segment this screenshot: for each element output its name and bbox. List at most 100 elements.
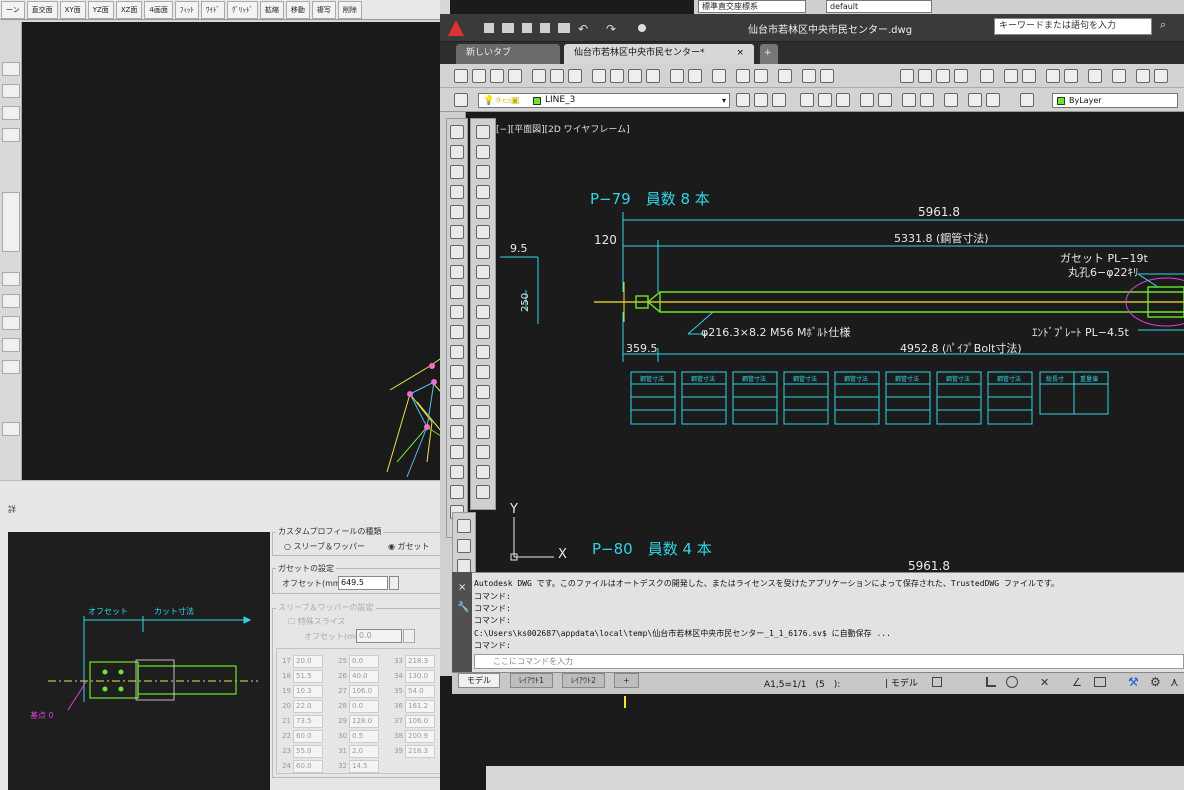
pan-icon[interactable] [712, 69, 726, 83]
join-icon[interactable] [476, 365, 490, 379]
zoom-all-icon[interactable] [902, 93, 916, 107]
dim-angle-icon[interactable] [1046, 69, 1060, 83]
rotate-icon[interactable] [476, 245, 490, 259]
zoom-window-icon[interactable] [818, 93, 832, 107]
revcloud-icon[interactable] [450, 265, 464, 279]
gradient-icon[interactable] [450, 405, 464, 419]
left-tb-1[interactable]: 直交面 [26, 1, 58, 19]
cell-value[interactable]: 128.0 [349, 715, 379, 728]
cell-value[interactable]: 60.0 [293, 730, 323, 743]
cell-value[interactable]: 106.0 [349, 685, 379, 698]
side-button[interactable] [2, 62, 20, 76]
side-button[interactable] [2, 338, 20, 352]
save-all-icon[interactable] [508, 69, 522, 83]
insert-block-icon[interactable] [450, 325, 464, 339]
grid-icon[interactable] [932, 677, 942, 687]
array-icon[interactable] [476, 205, 490, 219]
cell-value[interactable]: 200.9 [405, 730, 435, 743]
left-3d-viewport[interactable] [22, 22, 451, 482]
paste-icon[interactable] [628, 69, 642, 83]
zoom-out-icon[interactable] [878, 93, 892, 107]
chamfer-icon[interactable] [476, 385, 490, 399]
command-window-handle[interactable]: × 🔧 [452, 572, 472, 672]
copy-icon[interactable] [476, 145, 490, 159]
publish-icon[interactable] [568, 69, 582, 83]
viewport-controls-label[interactable]: [−][平面図][2D ワイヤフレーム] [496, 122, 630, 135]
left-tb-10[interactable]: 移動 [285, 1, 310, 19]
cell-value[interactable]: 218.3 [405, 745, 435, 758]
tab-model[interactable]: モデル [458, 673, 500, 688]
left-tb-7[interactable]: ﾜｲﾄﾞ [200, 1, 225, 19]
offset-spinner[interactable] [389, 576, 399, 590]
left-tb-0[interactable]: ーン [1, 1, 25, 19]
status-model-toggle[interactable]: | モデル [885, 676, 918, 689]
dim-baseline-icon[interactable] [936, 69, 950, 83]
zoom-dynamic-icon[interactable] [836, 93, 850, 107]
cell-value[interactable]: 73.5 [293, 715, 323, 728]
tab-document[interactable]: 仙台市若林区中央市民センター* × [564, 44, 754, 64]
center-mark-icon[interactable] [1112, 69, 1126, 83]
orbit-icon[interactable] [944, 93, 958, 107]
scale-icon[interactable] [476, 265, 490, 279]
xline-icon[interactable] [450, 145, 464, 159]
extend-icon[interactable] [476, 325, 490, 339]
ortho-icon[interactable] [986, 677, 996, 687]
cell-value[interactable]: 55.0 [293, 745, 323, 758]
layer-manager-icon[interactable] [454, 93, 468, 107]
trim-icon[interactable] [476, 305, 490, 319]
layer-match-icon[interactable] [754, 93, 768, 107]
break-icon[interactable] [476, 345, 490, 359]
dim-ordinate-icon[interactable] [980, 69, 994, 83]
explode-icon[interactable] [476, 425, 490, 439]
style-combo[interactable]: default [826, 0, 932, 13]
tab-layout1[interactable]: ﾚｲｱｳﾄ1 [510, 673, 554, 688]
make-block-icon[interactable] [450, 345, 464, 359]
zoom-extents-icon[interactable] [920, 93, 934, 107]
left-tb-12[interactable]: 削除 [337, 1, 362, 19]
layer-dropdown[interactable]: 💡☼▭▣ LINE_3 ▾ [478, 93, 730, 108]
cell-value[interactable]: 20.0 [293, 655, 323, 668]
zoom-realtime-icon[interactable] [800, 93, 814, 107]
special-slice-checkbox[interactable]: ☐ 特殊スライス [288, 616, 345, 627]
left-tb-3[interactable]: YZ面 [87, 1, 114, 19]
offset2-spinner[interactable] [403, 629, 415, 643]
cut-icon[interactable] [592, 69, 606, 83]
side-button[interactable] [2, 294, 20, 308]
close-icon[interactable]: × [458, 582, 466, 593]
left-tb-11[interactable]: 複写 [311, 1, 336, 19]
tab-add-button[interactable]: + [760, 44, 778, 64]
side-button[interactable] [2, 84, 20, 98]
zoom-realtime-icon[interactable] [736, 69, 750, 83]
dim-aligned-icon[interactable] [918, 69, 932, 83]
cell-value[interactable]: 22.0 [293, 700, 323, 713]
tab-new[interactable]: 新しいタブ [456, 44, 560, 64]
side-button[interactable] [2, 422, 20, 436]
dim-linear-icon[interactable] [900, 69, 914, 83]
offset2-input[interactable]: 0.0 [356, 629, 402, 643]
cell-value[interactable]: 0.0 [349, 655, 379, 668]
cell-value[interactable]: 10.3 [293, 685, 323, 698]
fillet-icon[interactable] [476, 405, 490, 419]
help-icon[interactable] [802, 69, 816, 83]
spline-icon[interactable] [450, 285, 464, 299]
redo-icon[interactable] [688, 69, 702, 83]
print-icon[interactable] [532, 69, 546, 83]
dim-diameter-icon[interactable] [1022, 69, 1036, 83]
polyline-icon[interactable] [450, 165, 464, 179]
model-space-drawing-area[interactable]: P−79 員数 8 本 5961.8 120 5331.8 (鋼管寸法) 9.5 [498, 112, 1184, 574]
side-button[interactable] [2, 128, 20, 142]
offset-input[interactable]: 649.5 [338, 576, 388, 590]
command-input[interactable]: ここにコマンドを入力 [474, 654, 1184, 669]
color-icon[interactable] [450, 485, 464, 499]
polar-icon[interactable] [1006, 676, 1018, 688]
tolerance-icon[interactable] [1088, 69, 1102, 83]
line-icon[interactable] [450, 125, 464, 139]
radio-sleeve[interactable]: ○ スリーブ＆ワッパー [284, 541, 365, 552]
mtext-icon[interactable] [450, 465, 464, 479]
left-tb-8[interactable]: ｸﾞﾘｯﾄﾞ [226, 1, 258, 19]
search-input[interactable]: キーワードまたは語句を入力 [994, 18, 1152, 35]
circle-icon[interactable] [450, 245, 464, 259]
cell-value[interactable]: 218.3 [405, 655, 435, 668]
side-button[interactable] [2, 272, 20, 286]
workspace-icon[interactable]: ⚙ [1150, 675, 1161, 689]
